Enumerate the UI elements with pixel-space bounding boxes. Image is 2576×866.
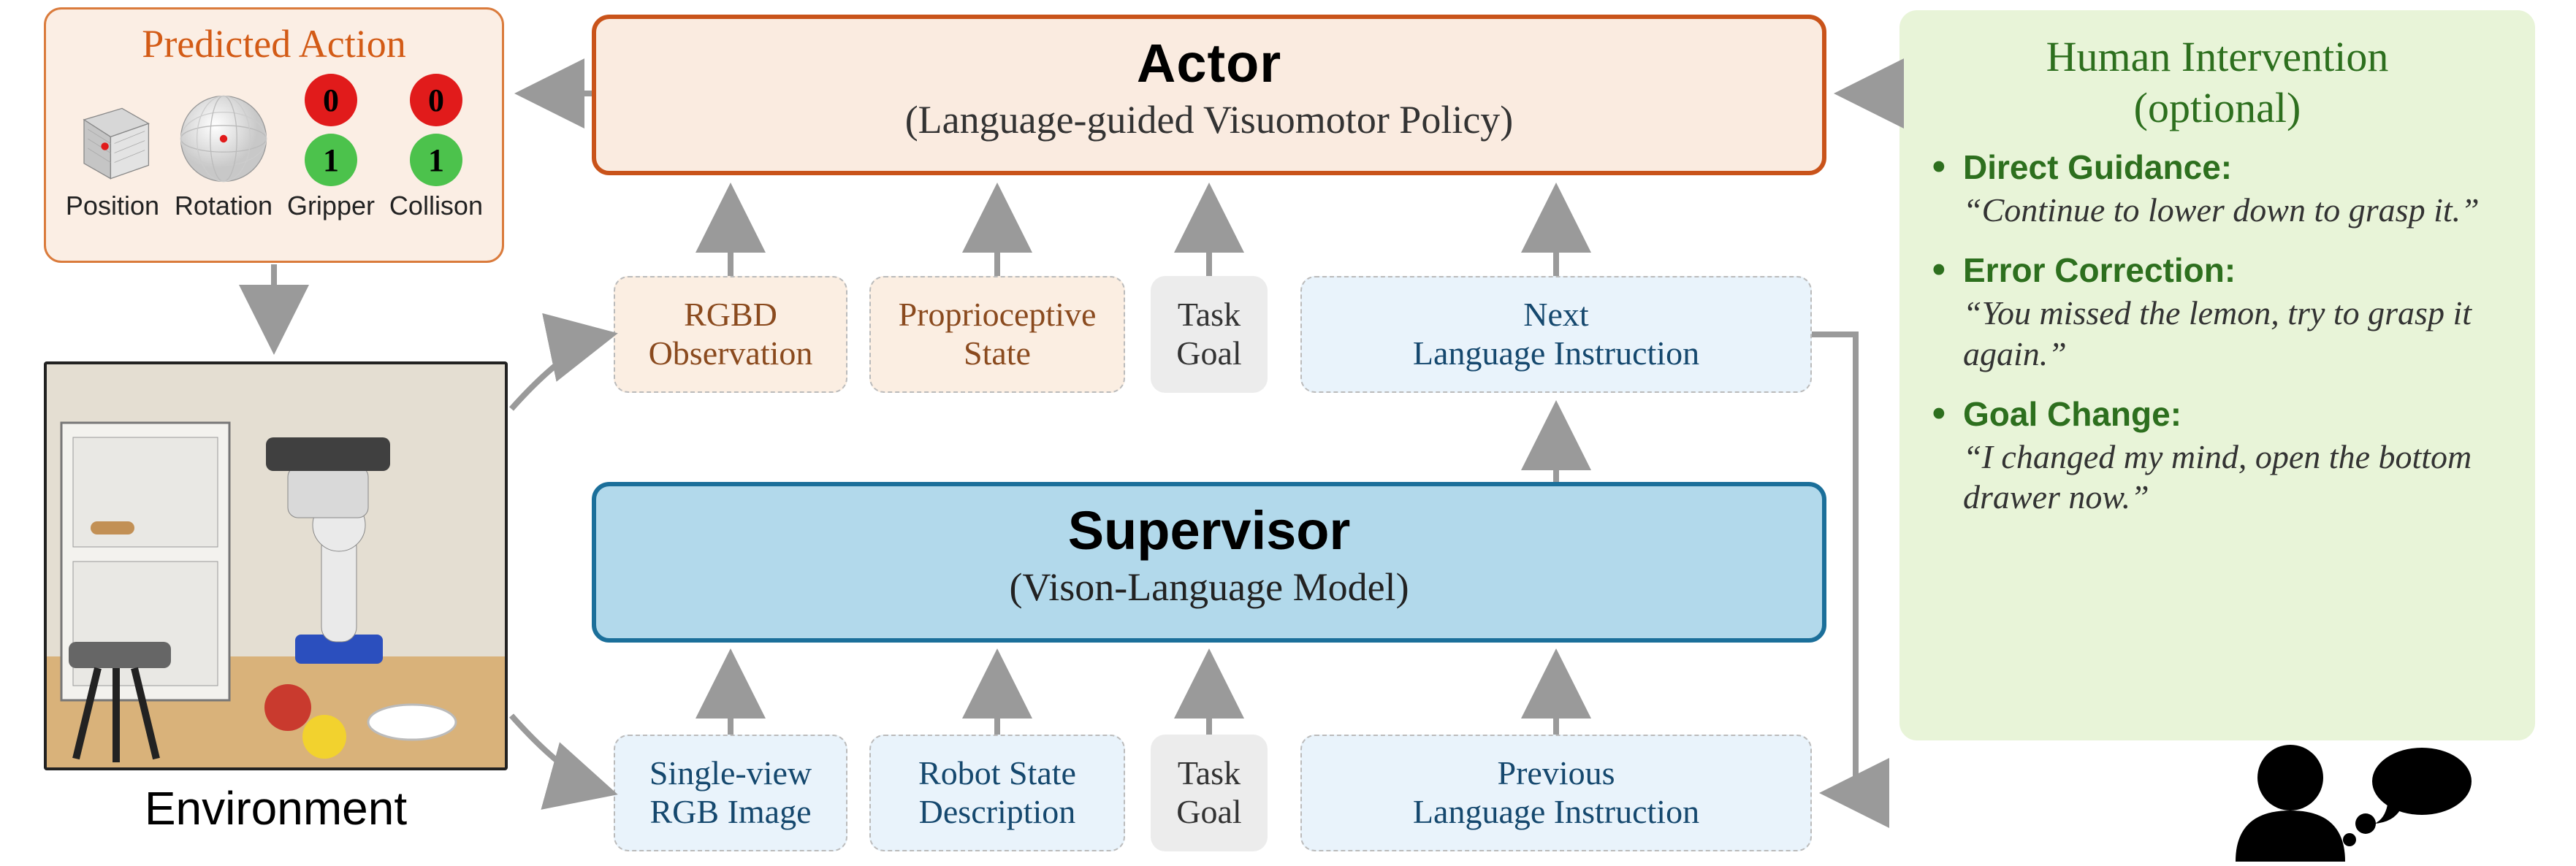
position-label: Position bbox=[66, 191, 159, 221]
sup-task-goal-box: TaskGoal bbox=[1151, 735, 1268, 851]
next-instr-box: NextLanguage Instruction bbox=[1300, 276, 1812, 393]
proprio-text: ProprioceptiveState bbox=[899, 296, 1097, 373]
environment-image bbox=[44, 361, 508, 770]
item-body: “You missed the lemon, try to grasp it a… bbox=[1963, 293, 2508, 373]
collision-label: Collison bbox=[389, 191, 483, 221]
item-head: Error Correction: bbox=[1963, 250, 2508, 290]
predicted-action-row: Position Rotation 0 1 Gripper bbox=[58, 74, 490, 221]
item-body: “Continue to lower down to grasp it.” bbox=[1963, 190, 2508, 230]
predicted-action-panel: Predicted Action Position bbox=[44, 7, 504, 263]
single-view-box: Single-viewRGB Image bbox=[614, 735, 847, 851]
prev-instr-box: PreviousLanguage Instruction bbox=[1300, 735, 1812, 851]
rotation-cell: Rotation bbox=[175, 91, 273, 221]
sphere-icon bbox=[176, 91, 271, 186]
cube-icon bbox=[65, 91, 160, 186]
gripper-cell: 0 1 Gripper bbox=[287, 74, 375, 221]
robot-state-text: Robot StateDescription bbox=[918, 754, 1076, 832]
list-item: Goal Change: “I changed my mind, open th… bbox=[1927, 394, 2508, 517]
list-item: Direct Guidance: “Continue to lower down… bbox=[1927, 147, 2508, 230]
proprio-box: ProprioceptiveState bbox=[869, 276, 1125, 393]
actor-task-goal-text: TaskGoal bbox=[1176, 296, 1241, 373]
rgbd-text: RGBDObservation bbox=[649, 296, 813, 373]
predicted-action-title: Predicted Action bbox=[58, 21, 490, 66]
actor-subtitle: (Language-guided Visuomotor Policy) bbox=[596, 97, 1822, 142]
collision-cell: 0 1 Collison bbox=[389, 74, 483, 221]
next-instr-text: NextLanguage Instruction bbox=[1413, 296, 1699, 373]
actor-task-goal-box: TaskGoal bbox=[1151, 276, 1268, 393]
supervisor-panel: Supervisor (Vison-Language Model) bbox=[592, 482, 1826, 643]
actor-panel: Actor (Language-guided Visuomotor Policy… bbox=[592, 15, 1826, 175]
actor-title: Actor bbox=[596, 32, 1822, 94]
collision-badge-0: 0 bbox=[410, 74, 462, 126]
position-cell: Position bbox=[65, 91, 160, 221]
supervisor-subtitle: (Vison-Language Model) bbox=[596, 564, 1822, 610]
human-intervention-panel: Human Intervention(optional) Direct Guid… bbox=[1899, 10, 2535, 740]
rgbd-box: RGBDObservation bbox=[614, 276, 847, 393]
collision-badge-1: 1 bbox=[410, 134, 462, 186]
list-item: Error Correction: “You missed the lemon,… bbox=[1927, 250, 2508, 373]
human-title: Human Intervention(optional) bbox=[1927, 31, 2508, 133]
gripper-badge-1: 1 bbox=[305, 134, 357, 186]
rotation-label: Rotation bbox=[175, 191, 273, 221]
gripper-badge-0: 0 bbox=[305, 74, 357, 126]
environment-label: Environment bbox=[44, 781, 508, 835]
supervisor-title: Supervisor bbox=[596, 499, 1822, 562]
robot-state-box: Robot StateDescription bbox=[869, 735, 1125, 851]
gripper-label: Gripper bbox=[287, 191, 375, 221]
human-list: Direct Guidance: “Continue to lower down… bbox=[1927, 147, 2508, 517]
human-icon bbox=[2206, 737, 2484, 862]
sup-task-goal-text: TaskGoal bbox=[1176, 754, 1241, 832]
item-head: Direct Guidance: bbox=[1963, 147, 2508, 187]
item-body: “I changed my mind, open the bottom draw… bbox=[1963, 437, 2508, 517]
single-view-text: Single-viewRGB Image bbox=[649, 754, 812, 832]
prev-instr-text: PreviousLanguage Instruction bbox=[1413, 754, 1699, 832]
item-head: Goal Change: bbox=[1963, 394, 2508, 434]
